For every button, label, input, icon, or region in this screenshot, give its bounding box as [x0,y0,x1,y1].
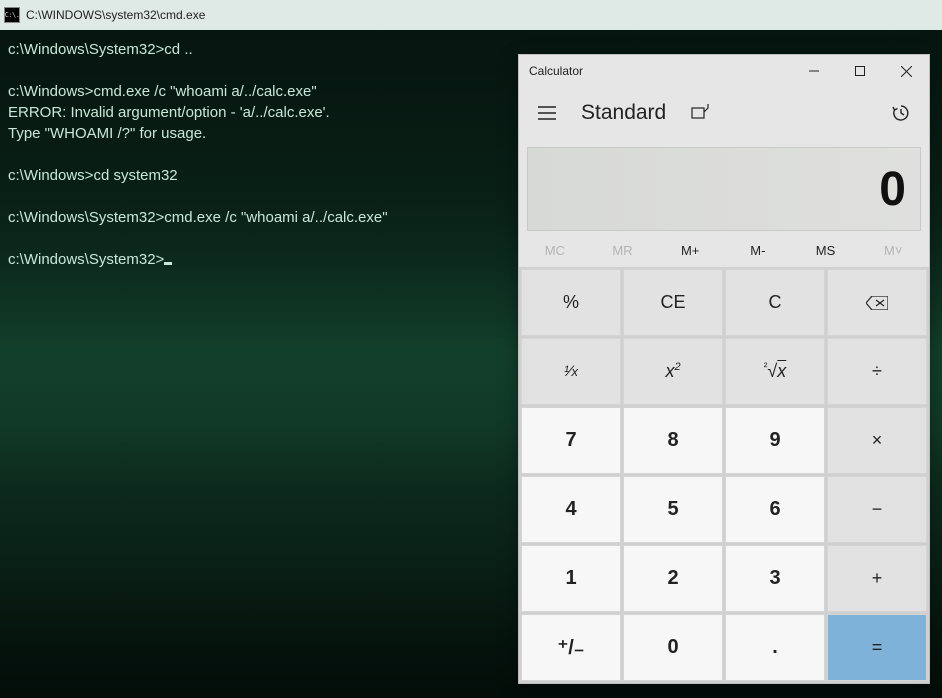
divide-button[interactable]: ÷ [827,338,927,405]
keep-on-top-icon [691,104,709,122]
backspace-icon [866,296,888,310]
keep-on-top-button[interactable] [686,99,714,127]
equals-button[interactable]: = [827,614,927,681]
digit-8-button[interactable]: 8 [623,407,723,474]
calculator-display: 0 [527,147,921,231]
calculator-keypad: % CE C ¹∕x x2 ²√x ÷ 7 8 9 × 4 5 6 − [519,267,929,683]
square-button[interactable]: x2 [623,338,723,405]
close-button[interactable] [883,55,929,87]
memory-subtract-button[interactable]: M- [724,233,792,267]
calculator-mode-label: Standard [581,101,666,125]
clear-button[interactable]: C [725,269,825,336]
clear-entry-button[interactable]: CE [623,269,723,336]
cmd-line: c:\Windows\System32>cmd.exe /c "whoami a… [8,209,388,226]
digit-5-button[interactable]: 5 [623,476,723,543]
square-root-button[interactable]: ²√x [725,338,825,405]
calculator-header: Standard [519,87,929,141]
percent-button[interactable]: % [521,269,621,336]
memory-add-button[interactable]: M+ [656,233,724,267]
cmd-line: c:\Windows>cmd.exe /c "whoami a/../calc.… [8,83,317,100]
reciprocal-button[interactable]: ¹∕x [521,338,621,405]
multiply-button[interactable]: × [827,407,927,474]
cmd-line: c:\Windows>cd system32 [8,167,178,184]
cmd-line: ERROR: Invalid argument/option - 'a/../c… [8,104,330,121]
negate-button[interactable]: ⁺/₋ [521,614,621,681]
digit-7-button[interactable]: 7 [521,407,621,474]
memory-recall-button[interactable]: MR [589,233,657,267]
digit-0-button[interactable]: 0 [623,614,723,681]
digit-4-button[interactable]: 4 [521,476,621,543]
menu-button[interactable] [527,93,567,133]
minimize-button[interactable] [791,55,837,87]
cmd-icon: C:\. [4,7,20,23]
memory-list-button[interactable]: M˅ [859,233,927,267]
calculator-window: Calculator Standard [518,54,930,684]
cmd-cursor [164,262,172,265]
cmd-window-title: C:\WINDOWS\system32\cmd.exe [26,8,205,22]
backspace-button[interactable] [827,269,927,336]
digit-6-button[interactable]: 6 [725,476,825,543]
memory-clear-button[interactable]: MC [521,233,589,267]
digit-2-button[interactable]: 2 [623,545,723,612]
memory-store-button[interactable]: MS [792,233,860,267]
history-button[interactable] [881,93,921,133]
maximize-button[interactable] [837,55,883,87]
decimal-button[interactable]: . [725,614,825,681]
calculator-title: Calculator [529,64,791,78]
cmd-line: Type "WHOAMI /?" for usage. [8,125,206,142]
cmd-prompt: c:\Windows\System32> [8,251,164,268]
cmd-titlebar: C:\. C:\WINDOWS\system32\cmd.exe [0,0,942,30]
digit-3-button[interactable]: 3 [725,545,825,612]
memory-row: MC MR M+ M- MS M˅ [519,233,929,267]
hamburger-icon [538,106,556,120]
history-icon [891,103,911,123]
plus-button[interactable]: + [827,545,927,612]
digit-9-button[interactable]: 9 [725,407,825,474]
minus-button[interactable]: − [827,476,927,543]
cmd-line: c:\Windows\System32>cd .. [8,41,193,58]
digit-1-button[interactable]: 1 [521,545,621,612]
calculator-titlebar[interactable]: Calculator [519,55,929,87]
